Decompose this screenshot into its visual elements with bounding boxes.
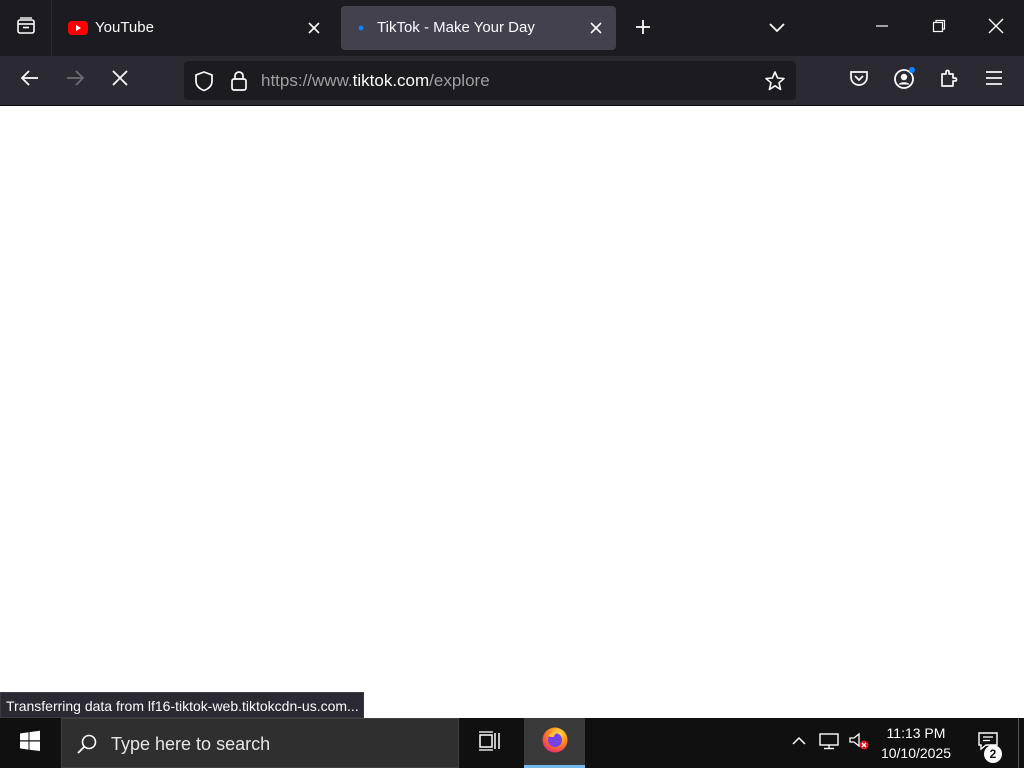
pocket-icon [849, 69, 869, 92]
network-monitor-icon [818, 731, 840, 756]
minimize-button[interactable] [854, 0, 910, 56]
restore-icon [932, 19, 946, 38]
address-bar[interactable]: https://www.tiktok.com/explore [184, 61, 796, 100]
pocket-button[interactable] [844, 65, 874, 95]
network-button[interactable] [816, 718, 842, 768]
screen: YouTube TikTok - Make Your Day https://w… [0, 0, 1024, 768]
new-tab-button[interactable] [628, 14, 658, 44]
tab-title: YouTube [95, 19, 154, 36]
windows-logo-icon [19, 730, 41, 757]
page-content [0, 106, 1024, 718]
puzzle-icon [938, 67, 960, 94]
task-view-icon [478, 730, 502, 756]
search-icon [74, 731, 100, 757]
stop-loading-button[interactable] [104, 64, 136, 96]
tab-close-icon[interactable] [582, 14, 610, 42]
volume-button[interactable] [846, 718, 872, 768]
arrow-right-icon [65, 69, 85, 92]
restore-button[interactable] [911, 0, 967, 56]
list-all-tabs-button[interactable] [762, 14, 792, 44]
tab-title: TikTok - Make Your Day [377, 19, 535, 36]
start-button[interactable] [0, 718, 60, 768]
tab-list-button[interactable] [0, 0, 52, 56]
url-host: tiktok.com [352, 71, 430, 90]
taskbar-search-box[interactable]: Type here to search [61, 718, 459, 768]
tab-close-icon[interactable] [300, 14, 328, 42]
status-panel: Transferring data from lf16-tiktok-web.t… [0, 692, 364, 718]
chevron-down-icon [768, 20, 786, 38]
navigation-toolbar: https://www.tiktok.com/explore [0, 56, 1024, 106]
plus-icon [634, 18, 652, 41]
show-hidden-icons-button[interactable] [786, 718, 812, 768]
account-icon [892, 66, 916, 95]
tab-list-icon [16, 16, 36, 41]
speaker-muted-icon [848, 731, 870, 756]
url-path: /explore [429, 71, 490, 90]
clock-time: 11:13 PM [886, 725, 946, 741]
taskbar-firefox-app[interactable] [524, 718, 585, 768]
clock[interactable]: 11:13 PM 10/10/2025 [874, 723, 958, 763]
arrow-left-icon [20, 69, 40, 92]
notification-count-badge: 2 [984, 745, 1002, 763]
tab-youtube[interactable]: YouTube [56, 6, 334, 50]
show-desktop-button[interactable] [1018, 718, 1024, 768]
minimize-icon [875, 19, 889, 38]
bookmark-star-icon[interactable] [763, 69, 787, 93]
url-prefix: https://www. [261, 71, 353, 90]
loading-dot-icon [353, 19, 373, 37]
close-window-button[interactable] [968, 0, 1024, 56]
forward-button[interactable] [59, 64, 91, 96]
firefox-icon [540, 724, 570, 759]
url-text[interactable]: https://www.tiktok.com/explore [261, 71, 490, 91]
stop-x-icon [111, 69, 129, 92]
app-menu-button[interactable] [979, 65, 1009, 95]
clock-date: 10/10/2025 [880, 745, 952, 761]
tab-tiktok[interactable]: TikTok - Make Your Day [341, 6, 616, 50]
taskbar: Type here to search 11:13 PM 10/10/2025 … [0, 718, 1024, 768]
lock-icon[interactable] [228, 70, 250, 92]
youtube-icon [68, 19, 88, 37]
shield-icon[interactable] [193, 70, 215, 92]
extensions-button[interactable] [934, 65, 964, 95]
browser-tabstrip: YouTube TikTok - Make Your Day [0, 0, 1024, 56]
search-placeholder: Type here to search [111, 734, 271, 754]
task-view-button[interactable] [466, 718, 514, 768]
chevron-up-icon [791, 734, 807, 752]
back-button[interactable] [14, 64, 46, 96]
close-icon [988, 18, 1004, 39]
account-button[interactable] [889, 65, 919, 95]
hamburger-menu-icon [985, 70, 1003, 91]
